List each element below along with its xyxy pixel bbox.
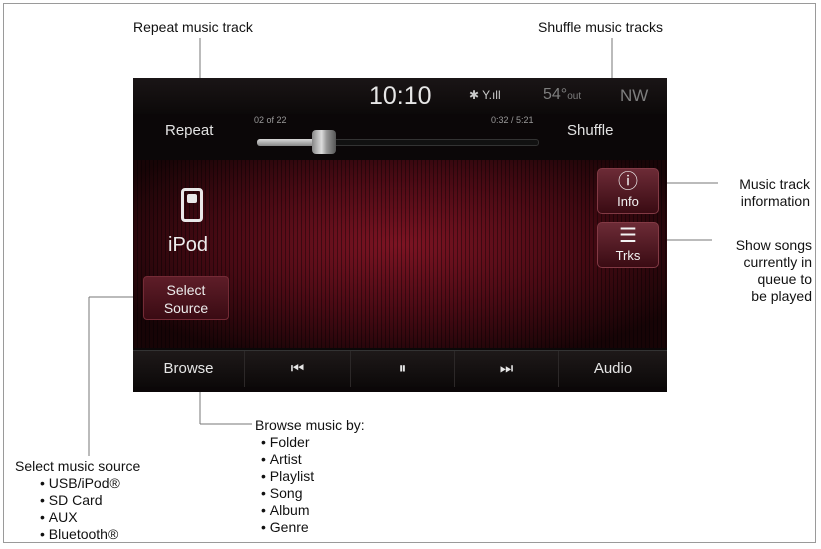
previous-track-icon[interactable]: ⏮ bbox=[245, 351, 351, 387]
callout-shuffle: Shuffle music tracks bbox=[538, 19, 664, 35]
source-name: iPod bbox=[168, 234, 209, 256]
list-item: Playlist bbox=[261, 468, 365, 485]
list-item: Artist bbox=[261, 451, 365, 468]
track-time: 0:32 / 5:21 bbox=[491, 115, 534, 125]
callout-info: Music track information bbox=[739, 176, 810, 209]
list-item: Album bbox=[261, 502, 365, 519]
list-item: Folder bbox=[261, 434, 365, 451]
track-count: 02 of 22 bbox=[254, 115, 287, 125]
callout-repeat: Repeat music track bbox=[133, 19, 253, 35]
browse-button[interactable]: Browse bbox=[133, 351, 245, 387]
compass-direction: NW bbox=[620, 86, 649, 105]
info-icon: ⓘ bbox=[618, 171, 638, 193]
bluetooth-signal-icon: ✱ Y.ıll bbox=[469, 88, 501, 102]
progress-slider[interactable] bbox=[257, 130, 539, 154]
status-bar: 10:10 ✱ Y.ıll 54°out NW bbox=[133, 78, 667, 114]
outside-temperature: 54°out bbox=[543, 86, 582, 103]
list-item: SD Card bbox=[40, 492, 140, 509]
audio-button[interactable]: Audio bbox=[559, 351, 667, 387]
clock: 10:10 bbox=[369, 82, 432, 110]
media-screen: 10:10 ✱ Y.ıll 54°out NW Repeat Shuffle 0… bbox=[133, 78, 667, 392]
list-item: Bluetooth® bbox=[40, 526, 140, 543]
pause-icon[interactable]: ⏸ bbox=[351, 351, 455, 387]
ipod-device-icon bbox=[181, 188, 203, 222]
shuffle-button[interactable]: Shuffle bbox=[567, 122, 613, 139]
progress-handle[interactable] bbox=[312, 130, 337, 154]
list-icon: ☰ bbox=[619, 225, 637, 247]
next-track-icon[interactable]: ⏭ bbox=[455, 351, 559, 387]
list-item: Song bbox=[261, 485, 365, 502]
callout-select-source: Select music source USB/iPod® SD Card AU… bbox=[15, 458, 140, 543]
callout-browse: Browse music by: Folder Artist Playlist … bbox=[255, 417, 365, 536]
tracks-button[interactable]: ☰ Trks bbox=[597, 222, 659, 268]
list-item: USB/iPod® bbox=[40, 475, 140, 492]
figure: Repeat music track Shuffle music tracks … bbox=[0, 0, 821, 549]
info-button[interactable]: ⓘ Info bbox=[597, 168, 659, 214]
bottom-bar: Browse ⏮ ⏸ ⏭ Audio bbox=[133, 350, 667, 387]
list-item: AUX bbox=[40, 509, 140, 526]
list-item: Genre bbox=[261, 519, 365, 536]
callout-trks: Show songs currently in queue to be play… bbox=[735, 237, 812, 304]
browse-list: Folder Artist Playlist Song Album Genre bbox=[261, 434, 365, 536]
repeat-button[interactable]: Repeat bbox=[165, 122, 213, 139]
select-source-list: USB/iPod® SD Card AUX Bluetooth® bbox=[40, 475, 140, 543]
select-source-button[interactable]: Select Source bbox=[143, 276, 229, 320]
